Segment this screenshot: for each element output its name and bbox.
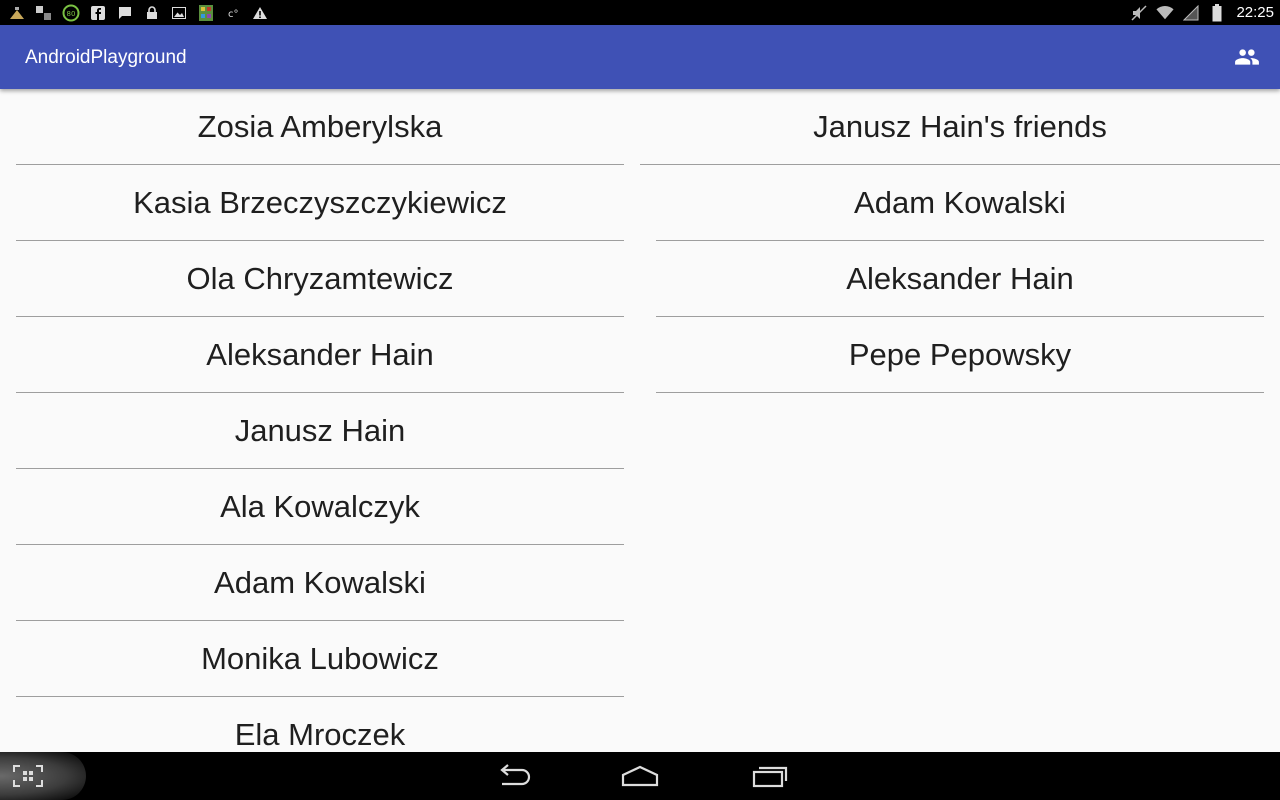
message-icon <box>116 4 134 22</box>
list-item[interactable]: Ela Mroczek <box>16 697 624 752</box>
friend-list-item[interactable]: Aleksander Hain <box>656 241 1264 317</box>
svg-text:80: 80 <box>67 10 76 18</box>
friend-list-item[interactable]: Adam Kowalski <box>656 165 1264 241</box>
screenshot-icon <box>13 765 43 787</box>
clock: 22:25 <box>1236 4 1274 21</box>
settings-icon: c° <box>224 4 242 22</box>
screenshot-button[interactable] <box>0 752 86 800</box>
warning-icon <box>251 4 269 22</box>
app-icon <box>8 4 26 22</box>
list-item[interactable]: Kasia Brzeczyszczykiewicz <box>16 165 624 241</box>
friends-panel: Janusz Hain's friends Adam Kowalski Alek… <box>640 89 1280 393</box>
lock-icon <box>143 4 161 22</box>
notification-icons: 80 c° <box>8 3 269 22</box>
back-icon[interactable] <box>494 762 534 790</box>
list-item[interactable]: Ala Kowalczyk <box>16 469 624 545</box>
facebook-icon <box>89 4 107 22</box>
home-icon[interactable] <box>620 762 660 790</box>
status-icons: 22:25 <box>1130 0 1274 25</box>
image-icon <box>170 4 188 22</box>
friends-panel-title: Janusz Hain's friends <box>640 89 1280 165</box>
people-icon[interactable] <box>1234 44 1260 70</box>
people-list: Zosia Amberylska Kasia Brzeczyszczykiewi… <box>16 89 624 752</box>
mute-icon <box>1130 4 1148 22</box>
list-item[interactable]: Monika Lubowicz <box>16 621 624 697</box>
status-bar: 80 c° 22:25 <box>0 0 1280 25</box>
notification-icon <box>35 4 53 22</box>
list-item[interactable]: Zosia Amberylska <box>16 89 624 165</box>
list-item[interactable]: Aleksander Hain <box>16 317 624 393</box>
signal-icon <box>1182 4 1200 22</box>
content-area: Zosia Amberylska Kasia Brzeczyszczykiewi… <box>0 89 1280 752</box>
recents-icon[interactable] <box>750 762 790 790</box>
friend-list-item[interactable]: Pepe Pepowsky <box>656 317 1264 393</box>
list-item[interactable]: Adam Kowalski <box>16 545 624 621</box>
navigation-bar <box>0 752 1280 800</box>
wifi-icon <box>1156 4 1175 22</box>
app-bar: AndroidPlayground <box>0 25 1280 89</box>
app-grid-icon <box>197 4 215 22</box>
svg-text:c°: c° <box>228 9 239 19</box>
friends-list: Adam Kowalski Aleksander Hain Pepe Pepow… <box>656 165 1264 393</box>
app-title: AndroidPlayground <box>25 47 187 68</box>
circle-badge-icon: 80 <box>62 4 80 22</box>
battery-icon <box>1208 3 1226 22</box>
list-item[interactable]: Janusz Hain <box>16 393 624 469</box>
list-item[interactable]: Ola Chryzamtewicz <box>16 241 624 317</box>
